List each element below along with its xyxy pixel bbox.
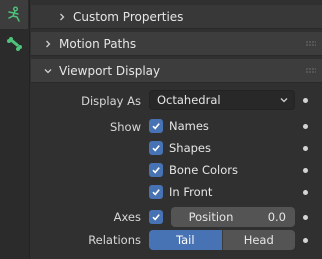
- viewport-display-label: Viewport Display: [59, 63, 161, 78]
- bone-data-tab[interactable]: [0, 30, 28, 59]
- drag-handle-icon[interactable]: [306, 68, 316, 74]
- checkmark-icon: [149, 141, 163, 155]
- display-as-label: Display As: [81, 94, 141, 108]
- checkmark-icon: [149, 163, 163, 177]
- custom-properties-header[interactable]: Custom Properties: [31, 5, 322, 29]
- relations-tail-button[interactable]: Tail: [149, 230, 222, 250]
- axes-checkbox[interactable]: [149, 208, 163, 226]
- checkmark-icon: [149, 185, 163, 199]
- armature-object-icon: [8, 6, 20, 22]
- display-as-dropdown[interactable]: Octahedral: [149, 90, 295, 110]
- animate-property-dot[interactable]: [303, 168, 308, 173]
- checkmark-icon: [149, 210, 163, 224]
- bone-colors-label: Bone Colors: [169, 163, 238, 177]
- custom-properties-label: Custom Properties: [73, 9, 184, 24]
- properties-panel: Custom Properties Motion Paths Viewport …: [31, 0, 322, 259]
- in-front-checkbox[interactable]: In Front: [149, 183, 212, 201]
- chevron-down-icon: [280, 98, 288, 103]
- checkmark-icon: [149, 119, 163, 133]
- shapes-label: Shapes: [169, 141, 212, 155]
- viewport-display-header[interactable]: Viewport Display: [31, 59, 322, 83]
- names-checkbox[interactable]: Names: [149, 117, 209, 135]
- animate-property-dot[interactable]: [303, 124, 308, 129]
- drag-handle-icon[interactable]: [306, 41, 316, 47]
- axes-label: Axes: [113, 210, 141, 224]
- animate-property-dot[interactable]: [303, 238, 308, 243]
- bone-colors-checkbox[interactable]: Bone Colors: [149, 161, 238, 179]
- relations-label: Relations: [88, 233, 141, 247]
- relations-head-button[interactable]: Head: [221, 230, 295, 250]
- show-label: Show: [109, 120, 141, 134]
- animate-property-dot[interactable]: [303, 215, 308, 220]
- axes-position-label: Position: [188, 210, 234, 224]
- bone-data-icon: [7, 36, 22, 51]
- animate-property-dot[interactable]: [303, 98, 308, 103]
- motion-paths-header[interactable]: Motion Paths: [31, 32, 322, 56]
- motion-paths-label: Motion Paths: [59, 36, 137, 51]
- animate-property-dot[interactable]: [303, 190, 308, 195]
- shapes-checkbox[interactable]: Shapes: [149, 139, 211, 157]
- chevron-down-icon: [41, 64, 55, 78]
- armature-object-tab[interactable]: [0, 0, 28, 29]
- chevron-right-icon: [55, 10, 69, 24]
- names-label: Names: [169, 119, 209, 133]
- properties-tab-bar: [0, 0, 30, 259]
- display-as-value: Octahedral: [157, 93, 221, 107]
- relations-toggle: Tail Head: [149, 230, 295, 250]
- axes-position-value: 0.0: [267, 210, 286, 224]
- in-front-label: In Front: [169, 185, 213, 199]
- animate-property-dot[interactable]: [303, 146, 308, 151]
- chevron-right-icon: [41, 37, 55, 51]
- axes-position-field[interactable]: Position 0.0: [171, 207, 295, 227]
